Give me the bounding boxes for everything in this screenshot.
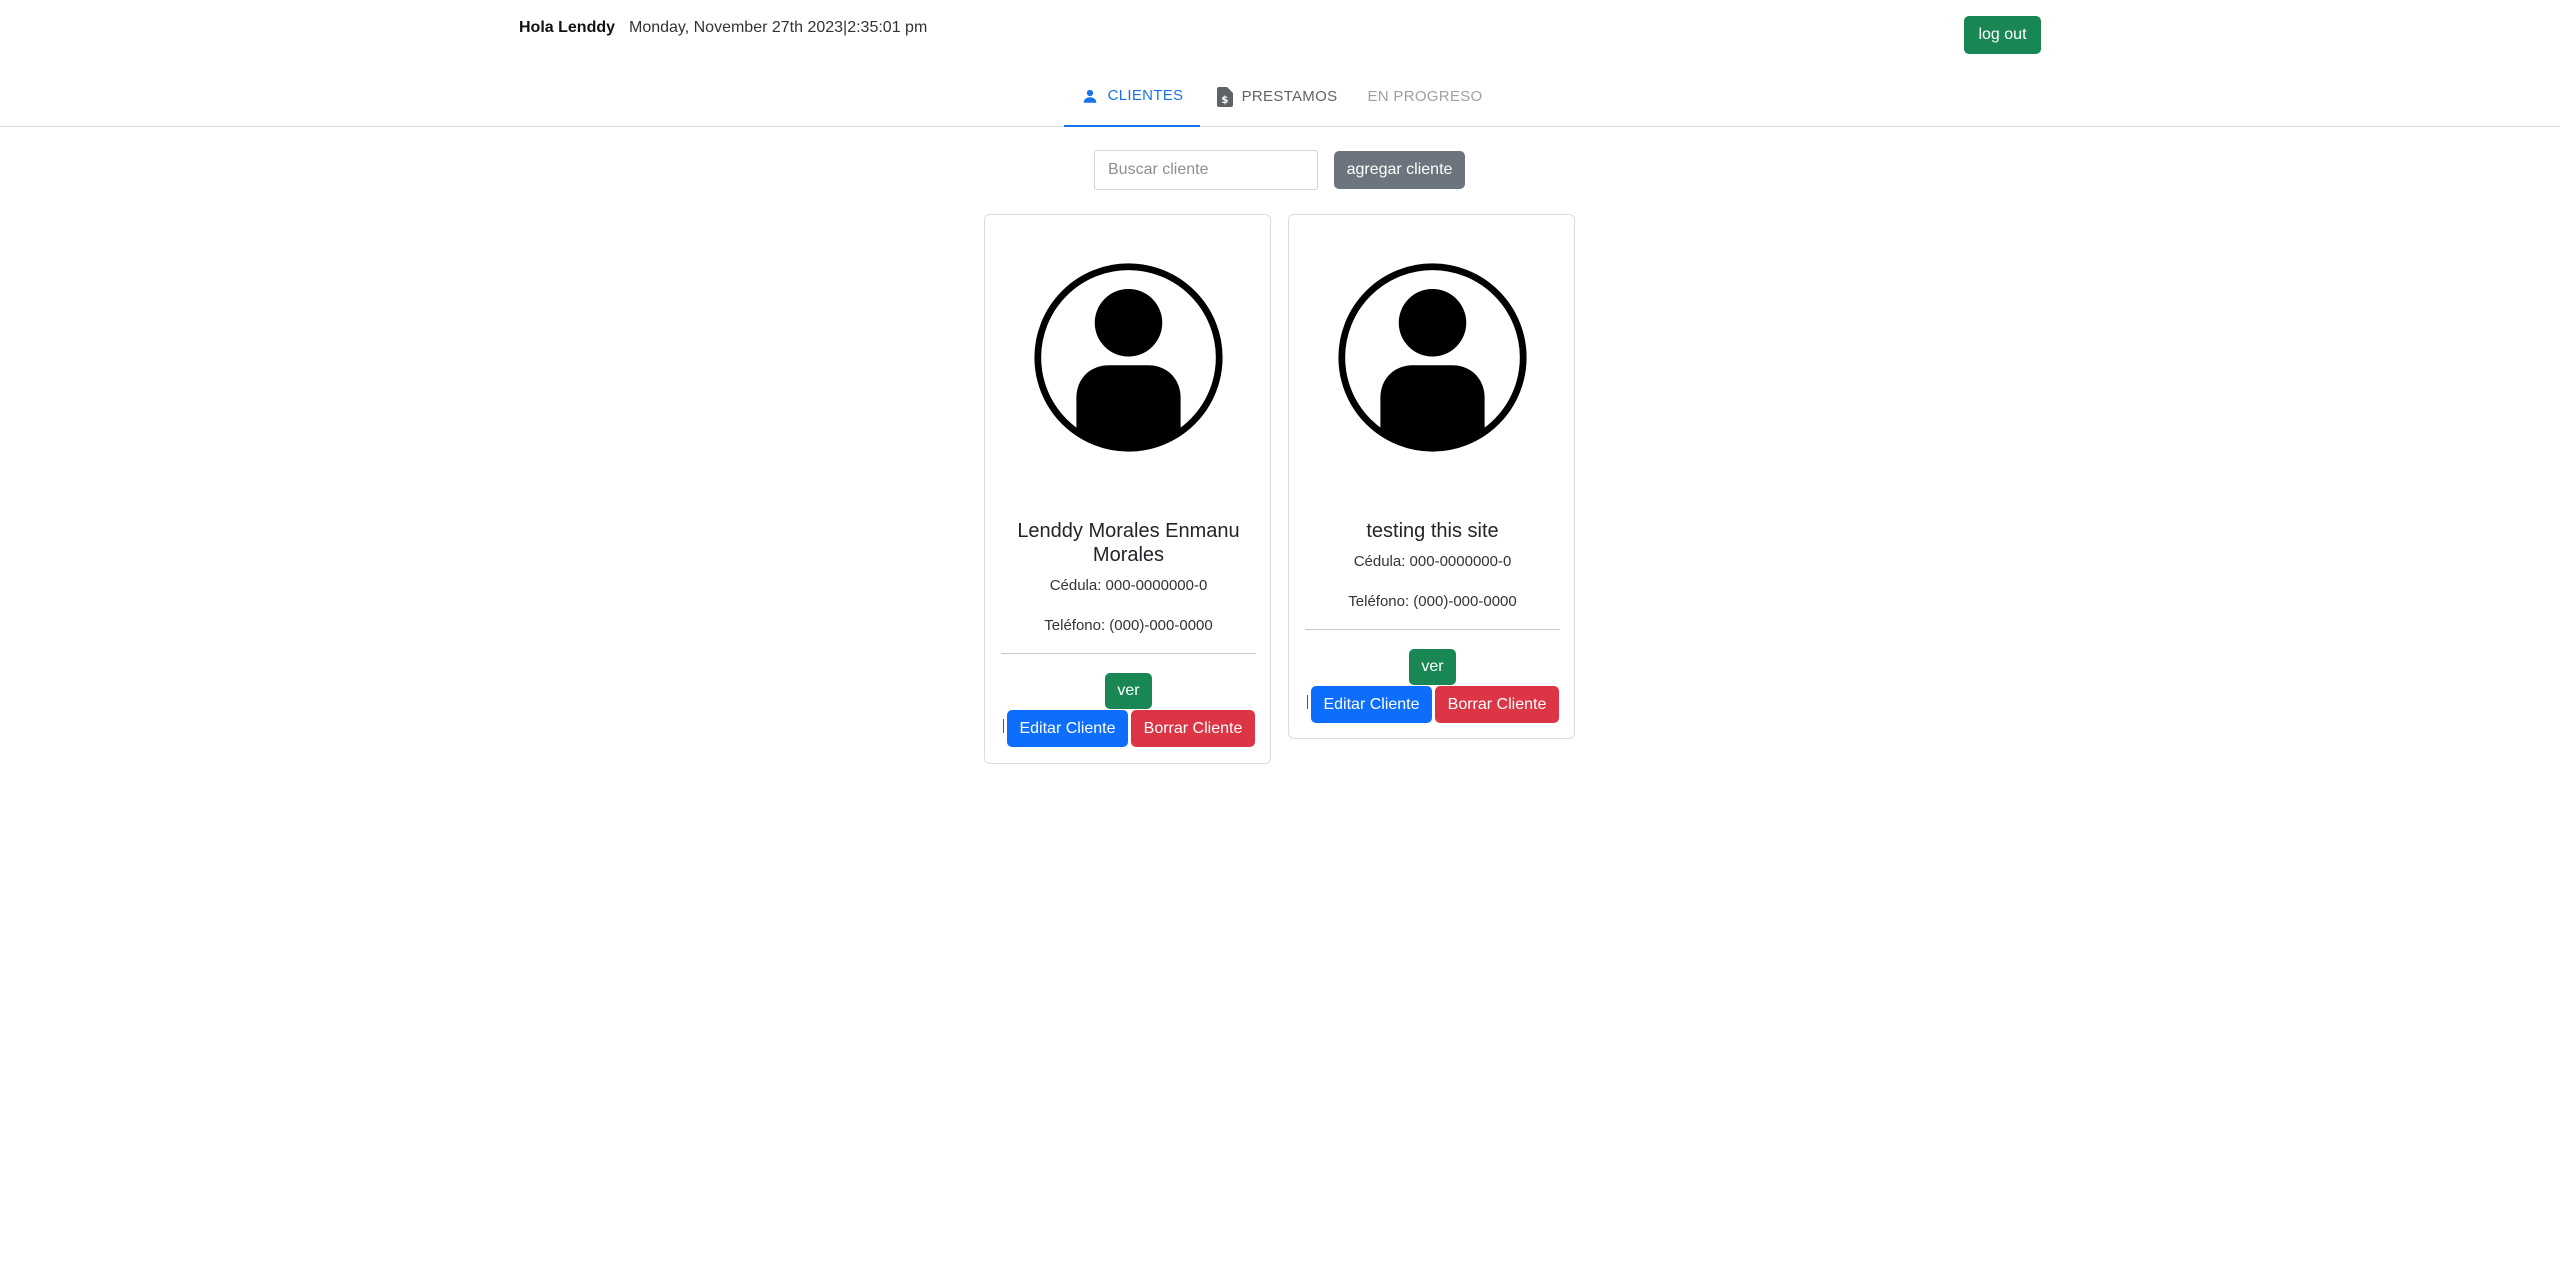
greeting-text: Hola Lenddy: [519, 19, 616, 36]
client-card: Lenddy Morales Enmanu Morales Cédula: 00…: [984, 214, 1271, 764]
tab-clientes[interactable]: CLIENTES: [1064, 66, 1200, 127]
client-cedula: Cédula: 000-0000000-0: [1353, 553, 1512, 570]
logout-button[interactable]: log out: [1964, 16, 2041, 54]
document-dollar-icon: $: [1216, 86, 1233, 107]
tab-en-progreso: EN PROGRESO: [1356, 66, 1494, 127]
delete-client-button[interactable]: Borrar Cliente: [1131, 710, 1255, 747]
svg-text:$: $: [1221, 95, 1228, 106]
button-edge: [1307, 695, 1308, 709]
avatar-icon: [1336, 261, 1529, 454]
person-icon: [1081, 87, 1099, 105]
client-telefono: Teléfono: (000)-000-0000: [1044, 617, 1213, 634]
main-tabs: CLIENTES $ PRESTAMOS EN PROGRESO: [0, 66, 2560, 127]
edit-client-button[interactable]: Editar Cliente: [1311, 686, 1432, 723]
view-client-button[interactable]: ver: [1409, 649, 1456, 685]
client-cedula: Cédula: 000-0000000-0: [1049, 577, 1208, 594]
card-divider: [1305, 629, 1560, 630]
search-row: agregar cliente: [0, 150, 2560, 192]
client-name: Lenddy Morales Enmanu Morales: [1017, 520, 1240, 566]
client-telefono: Teléfono: (000)-000-0000: [1348, 593, 1517, 610]
tab-en-progreso-label: EN PROGRESO: [1367, 88, 1483, 105]
button-edge: [1003, 719, 1004, 733]
edit-client-button[interactable]: Editar Cliente: [1007, 710, 1128, 747]
top-bar: Hola Lenddy Monday, November 27th 2023|2…: [0, 0, 2560, 60]
client-name: testing this site: [1366, 520, 1499, 542]
search-input[interactable]: [1094, 150, 1318, 190]
tab-prestamos[interactable]: $ PRESTAMOS: [1210, 66, 1344, 127]
client-card: testing this site Cédula: 000-0000000-0 …: [1288, 214, 1575, 739]
current-datetime: Monday, November 27th 2023|2:35:01 pm: [629, 19, 928, 36]
delete-client-button[interactable]: Borrar Cliente: [1435, 686, 1559, 723]
avatar-icon: [1032, 261, 1225, 454]
tab-prestamos-label: PRESTAMOS: [1241, 88, 1338, 105]
view-client-button[interactable]: ver: [1105, 673, 1152, 709]
tab-clientes-label: CLIENTES: [1107, 87, 1184, 104]
add-client-button[interactable]: agregar cliente: [1334, 151, 1465, 189]
card-divider: [1001, 653, 1256, 654]
